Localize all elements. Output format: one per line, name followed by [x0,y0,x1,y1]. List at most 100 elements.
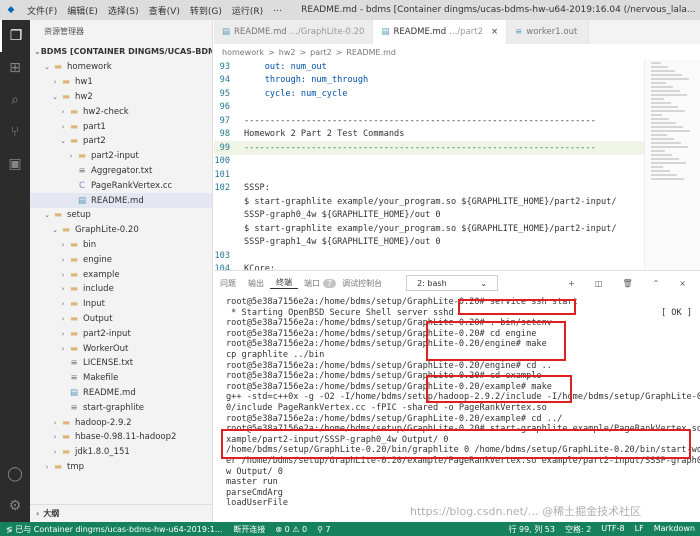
close-icon[interactable]: × [491,27,498,37]
split-icon[interactable]: ◫ [589,279,609,288]
tree-folder[interactable]: ⌄ ▬ hw2 [30,90,212,105]
ports-indicator[interactable]: ⚲ 7 [312,525,336,534]
breadcrumb-item[interactable]: README.md [346,48,396,57]
line-ending[interactable]: LF [630,524,649,535]
close-icon[interactable]: × [673,279,692,288]
tree-file[interactable]: ▤ README.md [30,193,212,208]
tree-folder[interactable]: ⌄ ▬ setup [30,208,212,223]
extensions-icon[interactable]: ⊞ [0,52,30,84]
chevron-right-icon: › [36,509,40,518]
outline-section[interactable]: › 大纲 [30,504,212,522]
minimap-line [651,94,687,96]
tree-folder[interactable]: › ▬ part1 [30,119,212,134]
tree-file[interactable]: ≡ Aggregator.txt [30,164,212,179]
editor-tab[interactable]: ▤ README.md .../GraphLite-0.20 [214,20,374,44]
folder-icon: ▬ [61,417,71,428]
tree-folder[interactable]: ⌄ ▬ part2 [30,134,212,149]
tree-folder[interactable]: ⌄ ▬ GraphLite-0.20 [30,223,212,238]
tree-item-label: homework [67,62,112,73]
search-icon[interactable]: ⌕ [0,84,30,116]
tree-item-label: README.md [91,195,144,206]
breadcrumb-item[interactable]: part2 [310,48,332,57]
workspace-root[interactable]: ⌄BDMS [CONTAINER DINGMS/UCAS-BDMS-H... [30,42,212,60]
tree-folder[interactable]: › ▬ hbase-0.98.11-hadoop2 [30,430,212,445]
code-text: cycle: num_cycle [244,88,348,99]
tab-terminal[interactable]: 终端 [270,277,298,289]
tree-folder[interactable]: › ▬ tmp [30,460,212,475]
source-control-icon[interactable]: ⑂ [0,116,30,148]
tab-output[interactable]: 输出 [242,278,270,289]
encoding[interactable]: UTF-8 [596,524,629,535]
tree-folder[interactable]: › ▬ WorkerOut [30,341,212,356]
chevron-down-icon: ⌄ [34,46,41,56]
disconnect-button[interactable]: 断开连接 [228,524,270,535]
code-text: Homework 2 Part 2 Test Commands [244,129,405,140]
code-text: $ start-graphlite example/your_program.s… [244,196,617,207]
editor-tab[interactable]: ≡ worker1.out [507,20,590,44]
minimap-line [651,86,673,88]
menu-item[interactable]: 选择(S) [103,4,144,17]
menu-item[interactable]: 编辑(E) [62,4,103,17]
tree-file[interactable]: C PageRankVertex.cc [30,178,212,193]
cursor-position[interactable]: 行 99, 列 53 [503,524,560,535]
gear-icon[interactable]: ⚙ [0,490,30,522]
chevron-up-icon[interactable]: ⌃ [647,279,666,288]
terminal-select[interactable]: 2: bash ⌄ [406,275,499,291]
menu-item[interactable]: … [268,4,287,17]
code-text: through: num_through [244,75,369,86]
line-number: 97 [219,115,230,126]
tree-folder[interactable]: › ▬ hw2-check [30,104,212,119]
remote-indicator[interactable]: ≶ 已与 Container dingms/ucas-bdms-hw-u64-2… [0,523,229,535]
trash-icon[interactable]: 🗑 [616,279,638,288]
tree-file[interactable]: ≡ Makefile [30,371,212,386]
tree-folder[interactable]: › ▬ hadoop-2.9.2 [30,415,212,430]
tree-file[interactable]: ≡ LICENSE.txt [30,356,212,371]
chevron-down-icon: ⌄ [52,226,58,235]
plus-icon[interactable]: + [562,279,581,288]
code-line: 99 --------------------------------------… [214,141,644,155]
tree-folder[interactable]: › ▬ jdk1.8.0_151 [30,445,212,460]
language-mode[interactable]: Markdown [649,524,700,535]
tree-folder[interactable]: ⌄ ▬ homework [30,60,212,75]
explorer-icon[interactable]: ❐ [0,20,30,52]
tree-file[interactable]: ≡ start-graphlite [30,400,212,415]
tree-folder[interactable]: › ▬ bin [30,238,212,253]
tab-ports[interactable]: 端口 [298,278,326,289]
tree-item-label: part2-input [83,328,131,339]
folder-icon: ▬ [53,62,63,73]
code-editor[interactable]: 93 out: num_out 94 through: num_through 95… [214,60,644,270]
problems-indicator[interactable]: ⊗ 0 ⚠ 0 [270,525,312,534]
minimap-line [651,102,671,104]
tree-folder[interactable]: › ▬ Output [30,312,212,327]
tree-item-label: LICENSE.txt [83,358,134,369]
tree-item-label: Output [83,313,113,324]
tree-folder[interactable]: › ▬ example [30,267,212,282]
minimap-line [651,138,674,140]
tree-folder[interactable]: › ▬ Input [30,297,212,312]
tab-debug-console[interactable]: 调试控制台 [336,278,388,289]
tree-folder[interactable]: › ▬ hw1 [30,75,212,90]
menu-item[interactable]: 转到(G) [185,4,227,17]
minimap-line [651,166,663,168]
breadcrumb-item[interactable]: hw2 [279,48,296,57]
tree-folder[interactable]: › ▬ include [30,282,212,297]
minimap[interactable] [644,60,700,270]
menu-item[interactable]: 运行(R) [227,4,268,17]
tree-folder[interactable]: › ▬ part2-input [30,326,212,341]
tree-file[interactable]: ▤ README.md [30,386,212,401]
folder-icon: ▬ [61,77,71,88]
explorer-header: 资源管理器 [44,26,84,36]
folder-icon: ▬ [69,343,79,354]
tab-problems[interactable]: 问题 [214,278,242,289]
terminal-text: w Output/ 0 [226,466,283,477]
remote-explorer-icon[interactable]: ▣ [0,148,30,180]
editor-tab[interactable]: ▤ README.md .../part2 × [373,20,508,44]
indentation[interactable]: 空格: 2 [560,524,596,535]
menu-item[interactable]: 查看(V) [144,4,185,17]
menu-item[interactable]: 文件(F) [22,4,62,17]
account-icon[interactable]: ◯ [0,458,30,490]
terminal-line: 0/include PageRankVertex.cc -fPIC -share… [226,403,692,414]
tree-folder[interactable]: › ▬ part2-input [30,149,212,164]
breadcrumb-item[interactable]: homework [222,48,264,57]
tree-folder[interactable]: › ▬ engine [30,252,212,267]
